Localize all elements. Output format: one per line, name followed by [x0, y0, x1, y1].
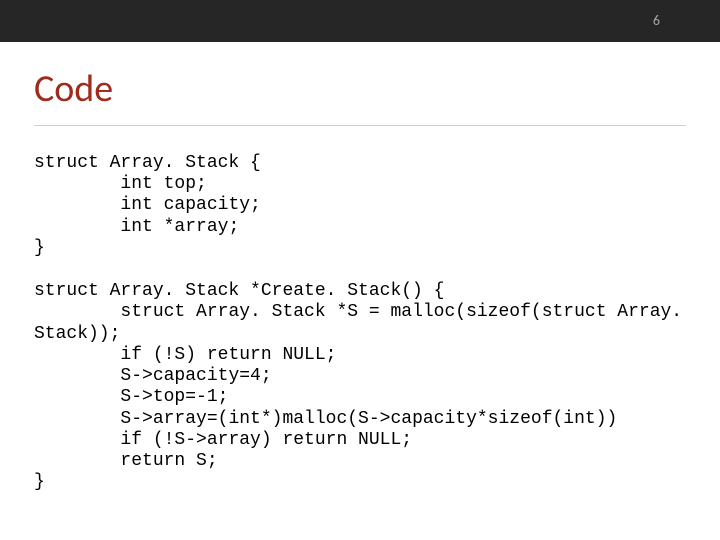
page-number: 6	[653, 12, 660, 29]
code-struct-definition: struct Array. Stack { int top; int capac…	[34, 153, 694, 259]
top-bar: 6	[0, 0, 720, 42]
code-create-function: struct Array. Stack *Create. Stack() { s…	[34, 281, 694, 493]
slide-title: Code	[0, 42, 720, 112]
title-divider	[34, 125, 686, 126]
code-area: struct Array. Stack { int top; int capac…	[34, 153, 694, 494]
slide: 6 Code struct Array. Stack { int top; in…	[0, 0, 720, 540]
code-gap	[34, 259, 694, 281]
